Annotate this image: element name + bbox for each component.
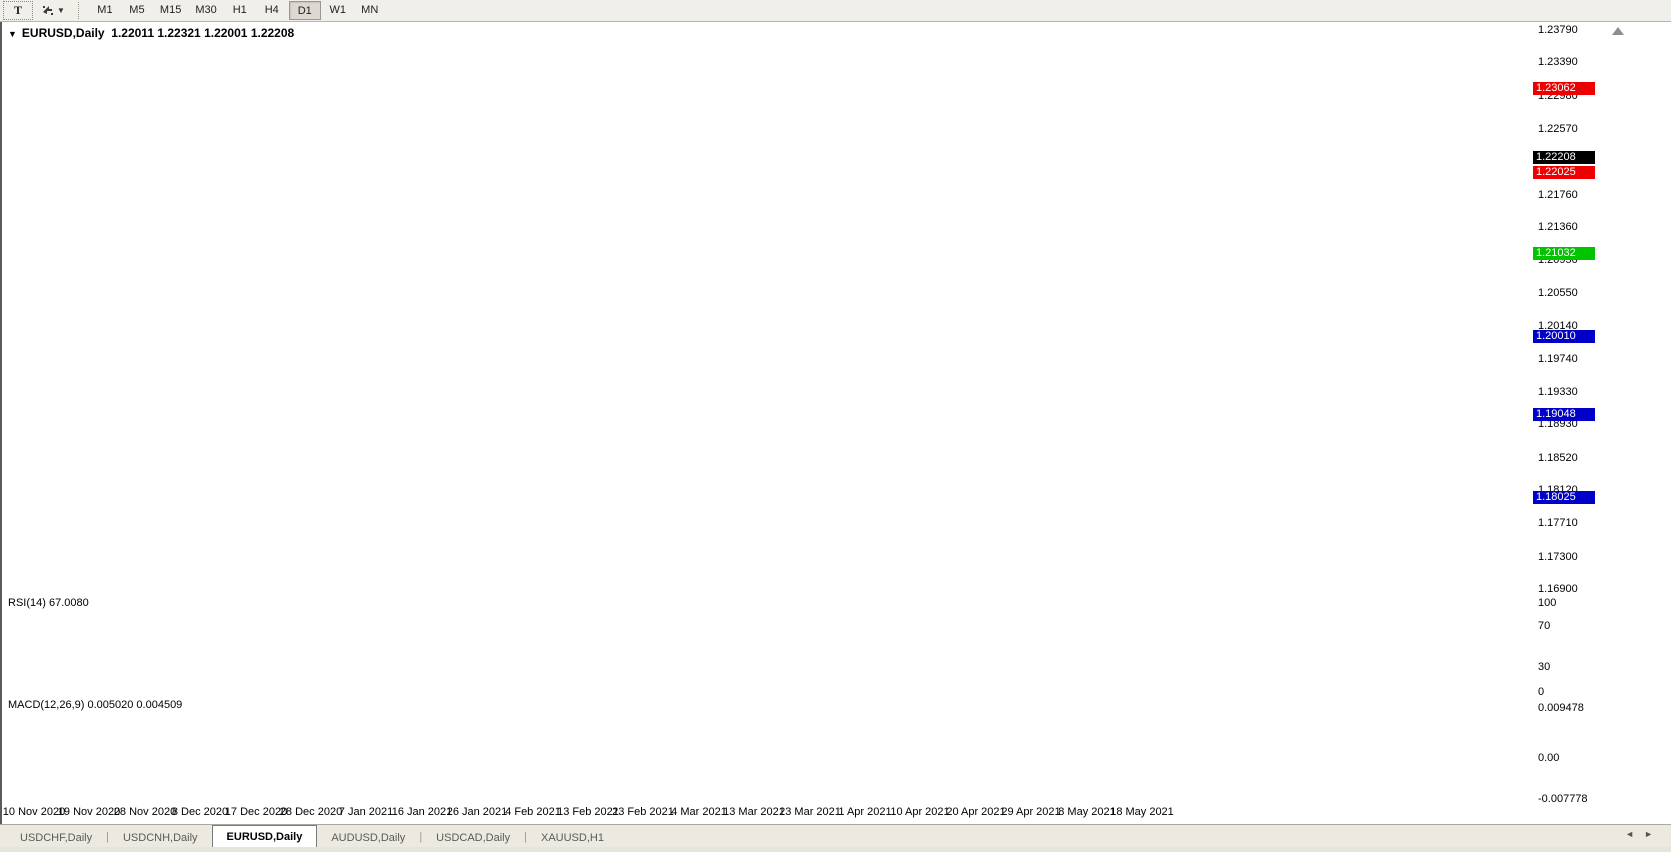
tab-audusd[interactable]: AUDUSD,Daily xyxy=(317,827,419,848)
window-bottom-strip xyxy=(0,847,1671,852)
text-tool-button[interactable]: T xyxy=(3,1,33,20)
date-tick-label: 18 May 2021 xyxy=(1110,806,1174,818)
tab-usdcnh[interactable]: USDCNH,Daily xyxy=(109,827,212,848)
price-tick-label: 1.22570 xyxy=(1538,123,1578,135)
price-tick-label: 1.19740 xyxy=(1538,353,1578,365)
scroll-up-arrow[interactable] xyxy=(1612,27,1624,35)
timeframe-button-h1[interactable]: H1 xyxy=(225,1,255,18)
chart-window xyxy=(0,21,1671,824)
toolbar-separator xyxy=(78,2,84,19)
timeframe-button-w1[interactable]: W1 xyxy=(323,1,353,18)
price-tick-label: 1.21760 xyxy=(1538,189,1578,201)
macd-tick-label: 0.009478 xyxy=(1538,702,1584,714)
tab-eurusd[interactable]: EURUSD,Daily xyxy=(212,825,318,848)
date-tick-label: 29 Apr 2021 xyxy=(1001,806,1060,818)
price-tick-label: 1.17300 xyxy=(1538,551,1578,563)
close-value: 1.22208 xyxy=(251,26,294,40)
tab-scroll-right-icon[interactable]: ► xyxy=(1644,829,1663,839)
price-tick-label: 1.21360 xyxy=(1538,221,1578,233)
date-tick-label: 13 Mar 2021 xyxy=(723,806,785,818)
macd-values: 0.005020 0.004509 xyxy=(87,699,182,711)
tab-xauusd[interactable]: XAUUSD,H1 xyxy=(527,827,618,848)
rsi-tick-label: 70 xyxy=(1538,620,1550,632)
price-tick-label: 1.18520 xyxy=(1538,452,1578,464)
timeframe-button-h4[interactable]: H4 xyxy=(257,1,287,18)
level-price-badge: 1.23062 xyxy=(1533,82,1595,95)
timeframe-button-d1[interactable]: D1 xyxy=(289,1,321,20)
date-tick-label: 19 Nov 2020 xyxy=(58,806,120,818)
low-value: 1.22001 xyxy=(204,26,247,40)
high-value: 1.22321 xyxy=(157,26,200,40)
date-tick-label: 8 May 2021 xyxy=(1058,806,1115,818)
date-tick-label: 26 Jan 2021 xyxy=(447,806,508,818)
tab-usdcad[interactable]: USDCAD,Daily xyxy=(422,827,524,848)
macd-tick-label: -0.007778 xyxy=(1538,793,1588,805)
date-tick-label: 13 Feb 2021 xyxy=(557,806,619,818)
date-tick-label: 20 Apr 2021 xyxy=(946,806,1005,818)
timeframe-button-m1[interactable]: M1 xyxy=(90,1,120,18)
tab-usdchf[interactable]: USDCHF,Daily xyxy=(6,827,106,848)
date-tick-label: 28 Dec 2020 xyxy=(280,806,342,818)
timeframe-button-m5[interactable]: M5 xyxy=(122,1,152,18)
tab-scrollbar: ◄► xyxy=(1625,829,1663,839)
arrows-icon xyxy=(41,4,55,17)
rsi-value: 67.0080 xyxy=(49,597,89,609)
level-price-badge: 1.21032 xyxy=(1533,247,1595,260)
rsi-tick-label: 0 xyxy=(1538,686,1544,698)
rsi-tick-label: 100 xyxy=(1538,597,1556,609)
date-tick-label: 16 Jan 2021 xyxy=(392,806,453,818)
price-tick-label: 1.19330 xyxy=(1538,386,1578,398)
date-tick-label: 23 Mar 2021 xyxy=(779,806,841,818)
price-tick-label: 1.20550 xyxy=(1538,287,1578,299)
level-price-badge: 1.18025 xyxy=(1533,491,1595,504)
macd-label: MACD(12,26,9) 0.005020 0.004509 xyxy=(8,699,182,711)
level-price-badge: 1.22025 xyxy=(1533,166,1595,179)
open-value: 1.22011 xyxy=(111,26,154,40)
macd-tick-label: 0.00 xyxy=(1538,752,1559,764)
date-tick-label: 8 Dec 2020 xyxy=(172,806,228,818)
timeframe-button-mn[interactable]: MN xyxy=(355,1,385,18)
price-tick-label: 1.23790 xyxy=(1538,24,1578,36)
date-tick-label: 1 Apr 2021 xyxy=(838,806,891,818)
date-tick-label: 4 Mar 2021 xyxy=(671,806,727,818)
timeframe-buttons: M1M5M15M30H1H4D1W1MN xyxy=(88,1,385,20)
chevron-down-icon: ▼ xyxy=(57,6,65,15)
current-price-badge: 1.22208 xyxy=(1533,151,1595,164)
symbol-tabs: USDCHF,Daily|USDCNH,DailyEURUSD,DailyAUD… xyxy=(0,824,1671,848)
symbol-label: EURUSD,Daily xyxy=(22,26,105,40)
application-window: T ▼ M1M5M15M30H1H4D1W1MN ▼ EURUSD,Daily 1… xyxy=(0,0,1671,852)
date-tick-label: 10 Nov 2020 xyxy=(3,806,65,818)
price-tick-label: 1.23390 xyxy=(1538,56,1578,68)
toolbar: T ▼ M1M5M15M30H1H4D1W1MN xyxy=(0,0,1671,22)
level-price-badge: 1.19048 xyxy=(1533,408,1595,421)
price-tick-label: 1.16900 xyxy=(1538,583,1578,595)
rsi-label: RSI(14) 67.0080 xyxy=(8,597,89,609)
timeframe-button-m30[interactable]: M30 xyxy=(189,1,222,18)
rsi-tick-label: 30 xyxy=(1538,661,1550,673)
cursor-arrows-button[interactable]: ▼ xyxy=(36,2,70,19)
date-tick-label: 7 Jan 2021 xyxy=(339,806,393,818)
date-tick-label: 28 Nov 2020 xyxy=(114,806,176,818)
date-tick-label: 23 Feb 2021 xyxy=(612,806,674,818)
level-price-badge: 1.20010 xyxy=(1533,330,1595,343)
date-tick-label: 10 Apr 2021 xyxy=(890,806,949,818)
price-tick-label: 1.17710 xyxy=(1538,517,1578,529)
tab-scroll-left-icon[interactable]: ◄ xyxy=(1625,829,1644,839)
chart-title: ▼ EURUSD,Daily 1.22011 1.22321 1.22001 1.… xyxy=(8,26,294,40)
date-tick-label: 4 Feb 2021 xyxy=(505,806,561,818)
timeframe-button-m15[interactable]: M15 xyxy=(154,1,187,18)
collapse-triangle-icon[interactable]: ▼ xyxy=(8,29,17,39)
date-tick-label: 17 Dec 2020 xyxy=(225,806,287,818)
